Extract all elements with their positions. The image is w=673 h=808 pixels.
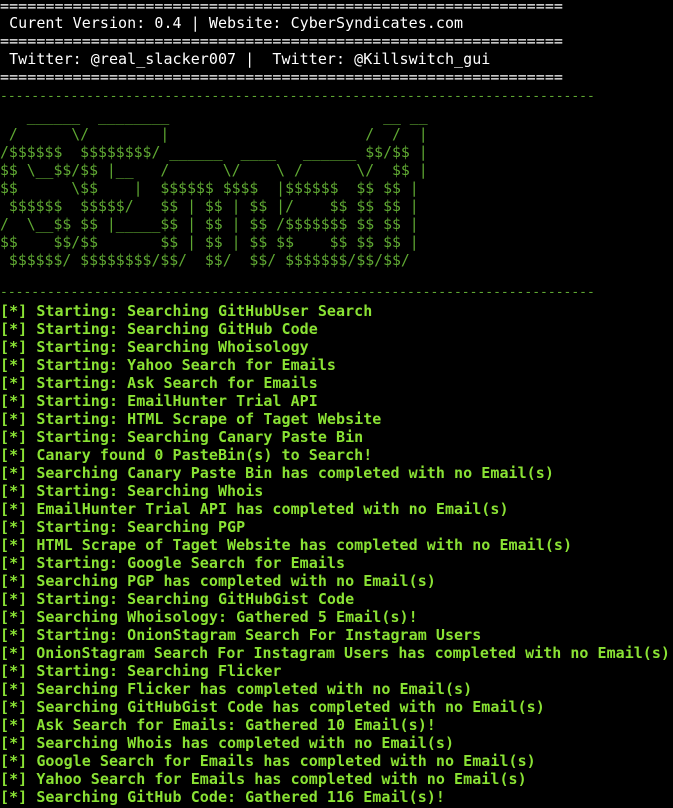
banner-line: / \__$$ $$ |_____$$ | $$ | $$ /$$$$$$$ $…: [0, 216, 419, 233]
log-line: [*] Starting: Ask Search for Emails: [0, 374, 318, 392]
log-line: [*] Starting: Yahoo Search for Emails: [0, 356, 336, 374]
header-rule-top: ========================================…: [0, 0, 564, 15]
log-line: [*] HTML Scrape of Taget Website has com…: [0, 536, 573, 554]
banner-line: / \/ | / / |: [0, 126, 428, 143]
log-line: [*] Ask Search for Emails: Gathered 10 E…: [0, 716, 436, 734]
log-line: [*] Starting: Searching Whoisology: [0, 338, 309, 356]
log-line: [*] Searching GitHubGist Code has comple…: [0, 698, 545, 716]
header-rule-bottom: ========================================…: [0, 68, 564, 86]
log-line: [*] Starting: Searching Canary Paste Bin: [0, 428, 364, 446]
banner-line: $$$$$$ $$$$$/ $$ | $$ | $$ |/ $$ $$ $$ |: [0, 198, 419, 215]
log-line: [*] Yahoo Search for Emails has complete…: [0, 770, 527, 788]
banner-line: $$ $$/$$ $$ | $$ | $$ $$ $$ $$ $$ |: [0, 234, 419, 251]
terminal-window[interactable]: ========================================…: [0, 0, 673, 808]
log-line: [*] Searching Canary Paste Bin has compl…: [0, 464, 554, 482]
separator-top: ----------------------------------------…: [0, 89, 595, 104]
banner-line: $$$$$$/ $$$$$$$$/$$/ $$/ $$/ $$$$$$$/$$/…: [0, 252, 410, 269]
log-line: [*] Starting: Searching GitHubUser Searc…: [0, 302, 373, 320]
log-line: [*] EmailHunter Trial API has completed …: [0, 500, 509, 518]
log-line: [*] Searching GitHub Code: Gathered 116 …: [0, 788, 445, 806]
banner-line: /$$$$$$ $$$$$$$$/ ______ ____ ______ $$/…: [0, 144, 428, 161]
log-line: [*] Searching Whoisology: Gathered 5 Ema…: [0, 608, 418, 626]
banner-line: $$ \$$ | $$$$$$ $$$$ |$$$$$$ $$ $$ |: [0, 180, 419, 197]
log-line: [*] Starting: EmailHunter Trial API: [0, 392, 318, 410]
log-line: [*] Starting: Searching GitHub Code: [0, 320, 318, 338]
log-line: [*] Starting: HTML Scrape of Taget Websi…: [0, 410, 382, 428]
header-rule-middle: ========================================…: [0, 32, 564, 50]
log-line: [*] Searching Whois has completed with n…: [0, 734, 455, 752]
banner-line: ______ ________ __ __: [0, 108, 428, 125]
log-line: [*] Starting: Google Search for Emails: [0, 554, 346, 572]
log-line: [*] Searching Flicker has completed with…: [0, 680, 473, 698]
separator-bottom: ----------------------------------------…: [0, 285, 595, 300]
log-line: [*] Starting: Searching PGP: [0, 518, 246, 536]
banner-line: $$ \__$$/$$ |__ / \/ \ / \/ $$ |: [0, 162, 428, 179]
twitter-line: Twitter: @real_slacker007 | Twitter: @Ki…: [0, 50, 491, 68]
log-line: [*] Google Search for Emails has complet…: [0, 752, 536, 770]
log-line: [*] Searching PGP has completed with no …: [0, 572, 436, 590]
version-line: Curent Version: 0.4 | Website: CyberSynd…: [0, 14, 464, 32]
log-line: [*] Starting: Searching Flicker: [0, 662, 282, 680]
log-line: [*] Starting: Searching GitHubGist Code: [0, 590, 355, 608]
log-line: [*] Canary found 0 PasteBin(s) to Search…: [0, 446, 373, 464]
log-line: [*] Starting: Searching Whois: [0, 482, 264, 500]
log-line: [*] OnionStagram Search For Instagram Us…: [0, 644, 670, 662]
log-line: [*] Starting: OnionStagram Search For In…: [0, 626, 482, 644]
